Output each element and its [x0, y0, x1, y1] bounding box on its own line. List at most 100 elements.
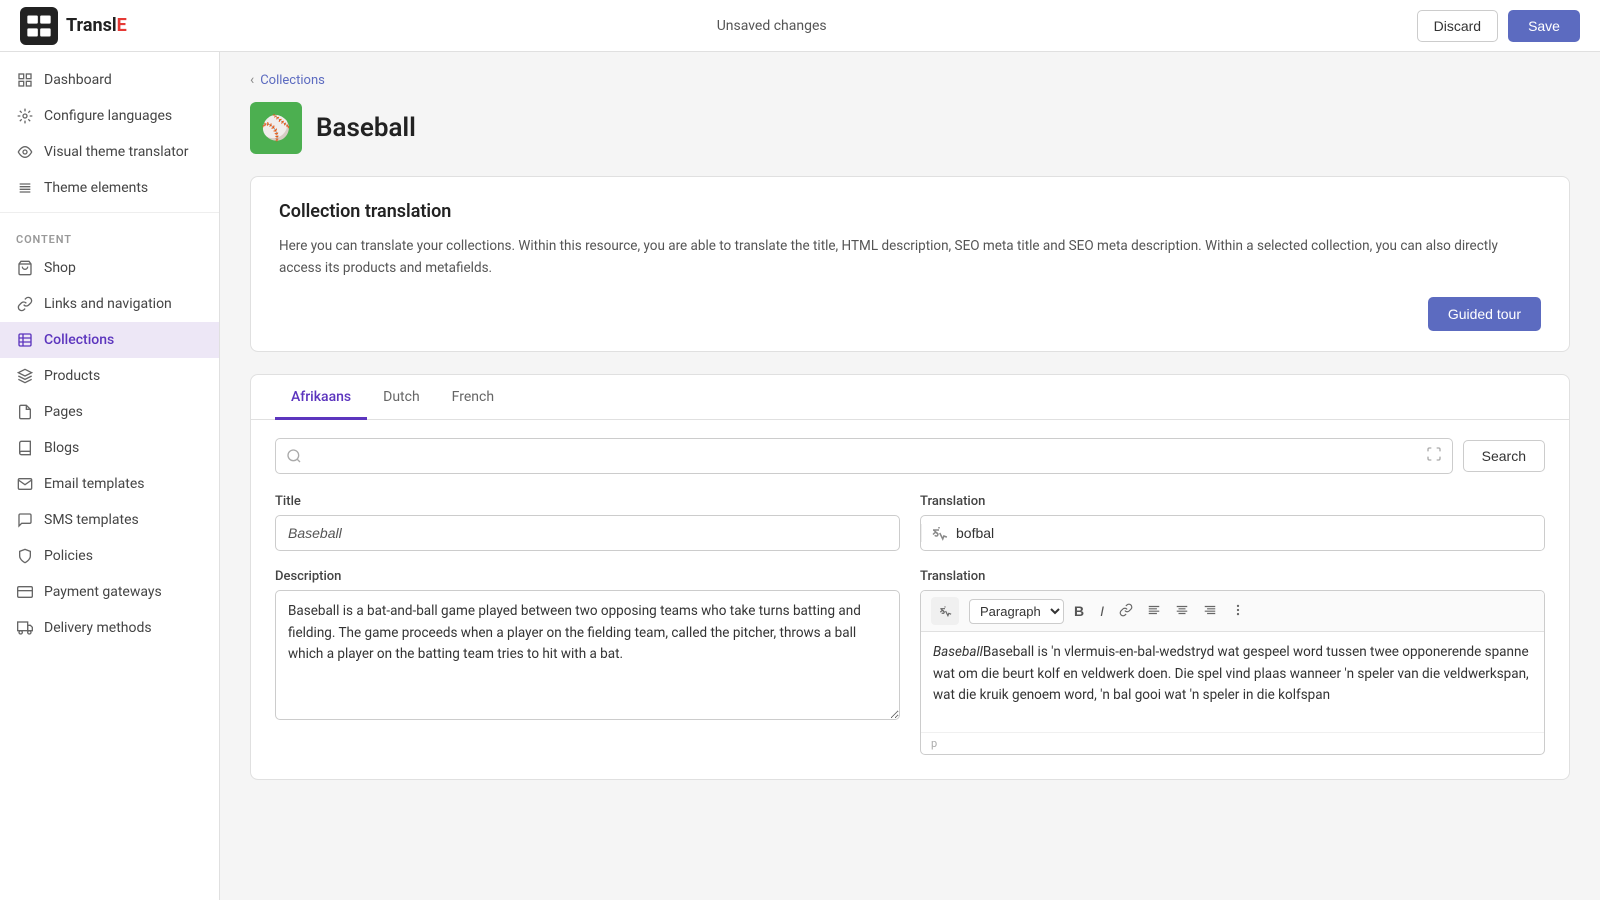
sidebar-item-label: Shop — [44, 260, 76, 276]
align-right-button[interactable] — [1198, 600, 1222, 623]
sidebar-item-shop[interactable]: Shop — [0, 250, 219, 286]
description-source-group: Description Baseball is a bat-and-ball g… — [275, 569, 900, 755]
sms-icon — [16, 511, 34, 529]
sidebar-item-pages[interactable]: Pages — [0, 394, 219, 430]
info-card-title: Collection translation — [279, 201, 1541, 222]
description-translation-label: Translation — [920, 569, 1545, 584]
sidebar-item-sms-templates[interactable]: SMS templates — [0, 502, 219, 538]
description-source-label: Description — [275, 569, 900, 584]
brand-name: TranslE — [66, 15, 127, 36]
editor-toolbar: Paragraph B I — [921, 591, 1544, 632]
delivery-icon — [16, 619, 34, 637]
sidebar-item-label: Dashboard — [44, 72, 112, 88]
sidebar-item-label: Visual theme translator — [44, 144, 188, 160]
description-fields-row: Description Baseball is a bat-and-ball g… — [275, 569, 1545, 755]
topbar: TranslE Unsaved changes Discard Save — [0, 0, 1600, 52]
info-card-text: Here you can translate your collections.… — [279, 236, 1541, 279]
sidebar-item-label: SMS templates — [44, 512, 139, 528]
tab-french[interactable]: French — [436, 375, 510, 420]
paragraph-select[interactable]: Paragraph — [969, 599, 1064, 624]
sidebar-item-label: Configure languages — [44, 108, 172, 124]
link-button[interactable] — [1114, 600, 1138, 623]
links-icon — [16, 295, 34, 313]
sidebar-item-label: Blogs — [44, 440, 79, 456]
title-fields-row: Title Translation — [275, 494, 1545, 551]
description-translation-text: Baseball is 'n vlermuis-en-bal-wedstryd … — [933, 644, 1529, 703]
more-options-button[interactable] — [1226, 600, 1250, 623]
sidebar-item-label: Pages — [44, 404, 83, 420]
sidebar-item-collections[interactable]: Collections — [0, 322, 219, 358]
page-thumbnail: ⚾ — [250, 102, 302, 154]
expand-icon[interactable] — [1426, 446, 1442, 466]
pages-icon — [16, 403, 34, 421]
dashboard-icon — [16, 71, 34, 89]
visual-icon — [16, 143, 34, 161]
unsaved-status: Unsaved changes — [717, 18, 827, 34]
sidebar-item-products[interactable]: Products — [0, 358, 219, 394]
search-input[interactable] — [302, 448, 1420, 464]
translate-icon — [921, 524, 956, 542]
tab-dutch[interactable]: Dutch — [367, 375, 436, 420]
guided-tour-button[interactable]: Guided tour — [1428, 297, 1541, 331]
topbar-actions: Discard Save — [1417, 10, 1580, 42]
bold-button[interactable]: B — [1068, 600, 1090, 622]
sidebar-item-policies[interactable]: Policies — [0, 538, 219, 574]
title-translation-label: Translation — [920, 494, 1545, 509]
search-icon — [286, 448, 302, 464]
breadcrumb-arrow-icon: ‹ — [250, 72, 254, 88]
title-source-input-wrap — [275, 515, 900, 551]
save-button[interactable]: Save — [1508, 10, 1580, 42]
info-card: Collection translation Here you can tran… — [250, 176, 1570, 352]
translation-card: Afrikaans Dutch French Search — [250, 374, 1570, 780]
title-source-group: Title — [275, 494, 900, 551]
page-header: ⚾ Baseball — [250, 102, 1570, 154]
shop-icon — [16, 259, 34, 277]
description-translation-content[interactable]: BaseballBaseball is 'n vlermuis-en-bal-w… — [921, 632, 1544, 732]
sidebar-item-label: Links and navigation — [44, 296, 172, 312]
sidebar-item-payment-gateways[interactable]: Payment gateways — [0, 574, 219, 610]
description-editor: Paragraph B I — [920, 590, 1545, 755]
payment-icon — [16, 583, 34, 601]
sidebar-divider — [0, 212, 219, 213]
logo: TranslE — [20, 7, 127, 45]
sidebar-item-label: Products — [44, 368, 100, 384]
sidebar-item-label: Theme elements — [44, 180, 148, 196]
configure-icon — [16, 107, 34, 125]
sidebar-item-label: Payment gateways — [44, 584, 162, 600]
main-content: ‹ Collections ⚾ Baseball Collection tran… — [220, 52, 1600, 900]
search-row: Search — [251, 420, 1569, 484]
sidebar-item-blogs[interactable]: Blogs — [0, 430, 219, 466]
sidebar-item-label: Delivery methods — [44, 620, 152, 636]
toolbar-translate-icon — [931, 597, 959, 625]
blogs-icon — [16, 439, 34, 457]
page-title: Baseball — [316, 113, 416, 143]
sidebar-item-theme-elements[interactable]: Theme elements — [0, 170, 219, 206]
discard-button[interactable]: Discard — [1417, 10, 1498, 42]
search-button[interactable]: Search — [1463, 440, 1545, 472]
title-translation-input[interactable] — [956, 516, 1544, 550]
description-source-textarea[interactable]: Baseball is a bat-and-ball game played b… — [275, 590, 900, 720]
layout: Dashboard Configure languages Visual the… — [0, 52, 1600, 900]
description-translation-group: Translation Paragraph B I — [920, 569, 1545, 755]
editor-footer: p — [921, 732, 1544, 754]
sidebar-item-label: Email templates — [44, 476, 145, 492]
sidebar-item-links-navigation[interactable]: Links and navigation — [0, 286, 219, 322]
content-section-label: CONTENT — [0, 219, 219, 250]
sidebar-item-visual-theme[interactable]: Visual theme translator — [0, 134, 219, 170]
sidebar-item-dashboard[interactable]: Dashboard — [0, 62, 219, 98]
sidebar-item-configure-languages[interactable]: Configure languages — [0, 98, 219, 134]
sidebar-item-email-templates[interactable]: Email templates — [0, 466, 219, 502]
theme-icon — [16, 179, 34, 197]
search-input-wrap — [275, 438, 1453, 474]
align-left-button[interactable] — [1142, 600, 1166, 623]
breadcrumb[interactable]: ‹ Collections — [250, 72, 1570, 88]
italic-button[interactable]: I — [1094, 600, 1110, 622]
breadcrumb-label: Collections — [260, 73, 325, 88]
tabs-container: Afrikaans Dutch French — [251, 375, 1569, 420]
tab-afrikaans[interactable]: Afrikaans — [275, 375, 367, 420]
title-source-input[interactable] — [276, 516, 899, 550]
align-center-button[interactable] — [1170, 600, 1194, 623]
sidebar-item-delivery-methods[interactable]: Delivery methods — [0, 610, 219, 646]
title-source-label: Title — [275, 494, 900, 509]
title-translation-input-wrap — [920, 515, 1545, 551]
